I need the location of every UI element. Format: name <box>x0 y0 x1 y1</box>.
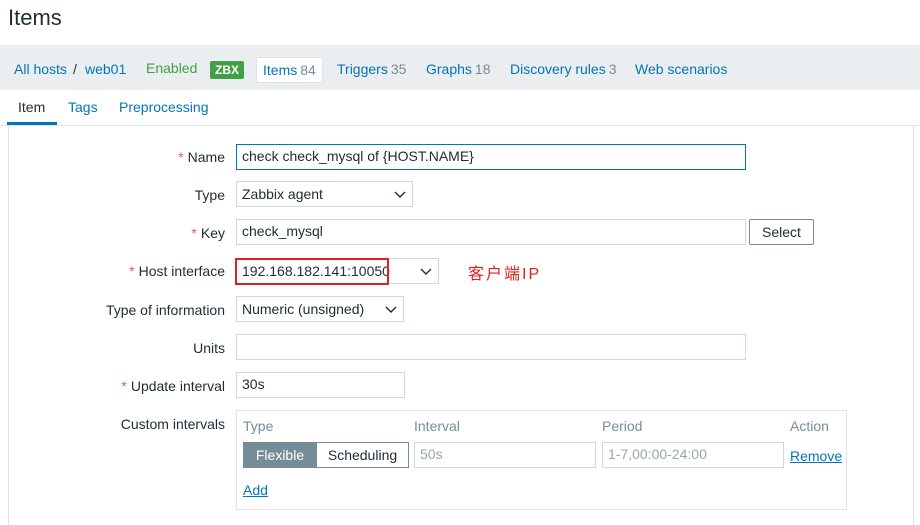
chevron-down-icon <box>385 306 397 313</box>
name-input[interactable]: check check_mysql of {HOST.NAME} <box>236 144 746 170</box>
nav-items-tab[interactable]: Items 84 <box>256 57 323 83</box>
type-of-information-value: Numeric (unsigned) <box>242 301 365 317</box>
select-key-button[interactable]: Select <box>749 219 814 245</box>
add-interval-link[interactable]: Add <box>243 482 268 498</box>
form-tabs: Item Tags Preprocessing <box>0 90 920 126</box>
nav-discovery-label: Discovery rules <box>510 61 606 77</box>
remove-interval-link[interactable]: Remove <box>790 448 842 464</box>
tab-item[interactable]: Item <box>18 99 45 115</box>
units-label: Units <box>193 340 225 356</box>
update-interval-label-text: Update interval <box>130 378 225 394</box>
host-interface-label-text: Host interface <box>138 263 225 279</box>
flexible-toggle[interactable]: Flexible <box>243 442 317 468</box>
annotation-text: 客户端IP <box>468 266 542 283</box>
update-interval-label: * Update interval <box>121 378 225 394</box>
nav-triggers-count: 35 <box>390 61 407 77</box>
custom-intervals-table: Type Interval Period Action Flexible Sch… <box>236 410 847 510</box>
host-interface-label: * Host interface <box>129 263 225 279</box>
key-input[interactable]: check_mysql <box>236 219 746 245</box>
key-label: * Key <box>191 225 225 241</box>
tab-preprocessing[interactable]: Preprocessing <box>119 99 209 115</box>
nav-discovery-link[interactable]: Discovery rules 3 <box>510 61 617 77</box>
chevron-down-icon <box>394 191 406 198</box>
key-label-text: Key <box>200 225 225 241</box>
period-input[interactable]: 1-7,00:00-24:00 <box>602 442 784 468</box>
type-of-information-label: Type of information <box>105 302 225 318</box>
name-label: * Name <box>178 149 225 165</box>
col-type-header: Type <box>243 418 274 434</box>
col-action-header: Action <box>790 418 829 434</box>
title-bar: Items <box>0 0 920 45</box>
type-select-value: Zabbix agent <box>242 186 323 202</box>
type-of-information-select[interactable]: Numeric (unsigned) <box>236 296 404 322</box>
page-title: Items <box>8 5 62 30</box>
nav-triggers-link[interactable]: Triggers 35 <box>337 61 406 77</box>
nav-graphs-count: 18 <box>474 61 491 77</box>
units-input[interactable] <box>236 334 746 360</box>
nav-triggers-label: Triggers <box>337 61 388 77</box>
custom-intervals-label: Custom intervals <box>120 416 225 432</box>
nav-items-label: Items <box>263 62 298 78</box>
host-link[interactable]: web01 <box>85 61 126 77</box>
update-interval-input[interactable]: 30s <box>236 372 405 398</box>
all-hosts-link[interactable]: All hosts <box>14 61 67 77</box>
nav-items-count: 84 <box>300 62 316 78</box>
nav-web-scenarios-link[interactable]: Web scenarios <box>635 61 727 77</box>
host-status-enabled[interactable]: Enabled <box>146 60 197 76</box>
nav-discovery-count: 3 <box>608 61 617 77</box>
required-asterisk: * <box>121 378 127 394</box>
annotation-highlight-box <box>235 258 389 285</box>
host-nav-bar: All hosts / web01 Enabled ZBX Items 84 Tr… <box>0 45 920 90</box>
scheduling-toggle[interactable]: Scheduling <box>316 442 409 468</box>
required-asterisk: * <box>178 149 184 165</box>
required-asterisk: * <box>129 263 135 279</box>
nav-graphs-label: Graphs <box>426 61 472 77</box>
required-asterisk: * <box>191 225 197 241</box>
nav-graphs-link[interactable]: Graphs 18 <box>426 61 491 77</box>
chevron-down-icon <box>420 268 432 275</box>
col-period-header: Period <box>602 418 643 434</box>
interval-input[interactable]: 50s <box>414 442 596 468</box>
tab-tags[interactable]: Tags <box>68 99 98 115</box>
type-label: Type <box>194 187 225 203</box>
name-label-text: Name <box>187 149 225 165</box>
col-interval-header: Interval <box>414 418 460 434</box>
active-tab-indicator <box>7 122 57 125</box>
type-select[interactable]: Zabbix agent <box>236 181 413 207</box>
breadcrumb-separator: / <box>73 61 77 77</box>
zbx-availability-badge: ZBX <box>210 61 244 79</box>
